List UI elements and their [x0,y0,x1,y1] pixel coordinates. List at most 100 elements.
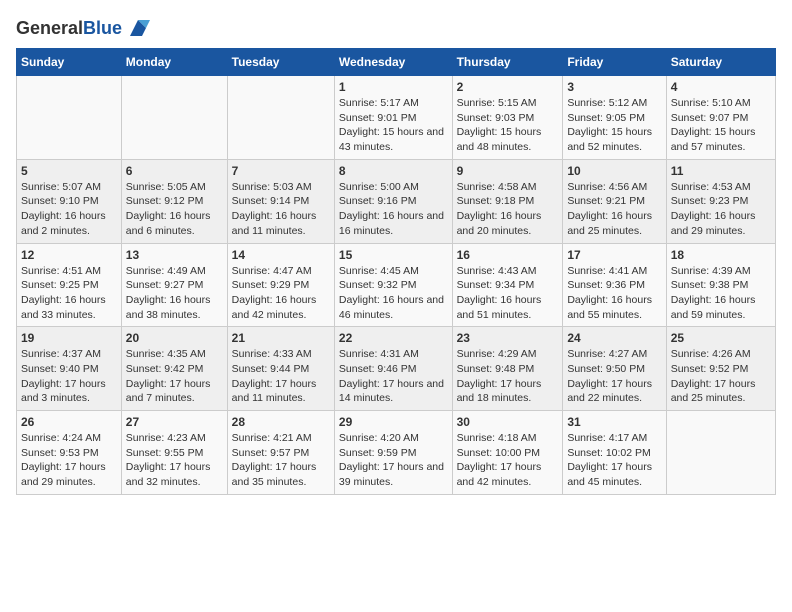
calendar-week-row: 1 Sunrise: 5:17 AMSunset: 9:01 PMDaylight… [17,76,776,160]
calendar-cell: 4 Sunrise: 5:10 AMSunset: 9:07 PMDaylight… [666,76,775,160]
logo-general: GeneralBlue [16,19,122,38]
weekday-header: Wednesday [334,49,452,76]
day-number: 30 [457,415,559,429]
calendar-cell: 12 Sunrise: 4:51 AMSunset: 9:25 PMDayligh… [17,243,122,327]
day-info: Sunrise: 5:17 AMSunset: 9:01 PMDaylight:… [339,96,448,155]
day-info: Sunrise: 4:20 AMSunset: 9:59 PMDaylight:… [339,431,448,490]
logo: GeneralBlue [16,16,150,40]
day-number: 26 [21,415,117,429]
day-info: Sunrise: 4:24 AMSunset: 9:53 PMDaylight:… [21,431,117,490]
weekday-header: Saturday [666,49,775,76]
calendar-cell: 15 Sunrise: 4:45 AMSunset: 9:32 PMDayligh… [334,243,452,327]
day-info: Sunrise: 4:43 AMSunset: 9:34 PMDaylight:… [457,264,559,323]
day-number: 12 [21,248,117,262]
day-info: Sunrise: 4:27 AMSunset: 9:50 PMDaylight:… [567,347,661,406]
day-info: Sunrise: 4:33 AMSunset: 9:44 PMDaylight:… [232,347,330,406]
day-number: 21 [232,331,330,345]
weekday-header: Sunday [17,49,122,76]
day-info: Sunrise: 5:05 AMSunset: 9:12 PMDaylight:… [126,180,223,239]
weekday-header: Friday [563,49,666,76]
day-info: Sunrise: 4:51 AMSunset: 9:25 PMDaylight:… [21,264,117,323]
weekday-header: Tuesday [227,49,334,76]
day-number: 24 [567,331,661,345]
calendar-week-row: 5Sunrise: 5:07 AMSunset: 9:10 PMDaylight… [17,159,776,243]
day-info: Sunrise: 5:00 AMSunset: 9:16 PMDaylight:… [339,180,448,239]
calendar-cell: 2 Sunrise: 5:15 AMSunset: 9:03 PMDaylight… [452,76,563,160]
calendar-cell: 25 Sunrise: 4:26 AMSunset: 9:52 PMDayligh… [666,327,775,411]
day-info: Sunrise: 5:03 AMSunset: 9:14 PMDaylight:… [232,180,330,239]
day-number: 6 [126,164,223,178]
calendar-cell: 13 Sunrise: 4:49 AMSunset: 9:27 PMDayligh… [121,243,227,327]
calendar-cell: 10 Sunrise: 4:56 AMSunset: 9:21 PMDayligh… [563,159,666,243]
calendar-cell: 28Sunrise: 4:21 AMSunset: 9:57 PMDayligh… [227,411,334,495]
day-number: 20 [126,331,223,345]
day-info: Sunrise: 5:15 AMSunset: 9:03 PMDaylight:… [457,96,559,155]
calendar-cell: 30 Sunrise: 4:18 AMSunset: 10:00 PMDaylig… [452,411,563,495]
calendar-cell: 11 Sunrise: 4:53 AMSunset: 9:23 PMDayligh… [666,159,775,243]
calendar-cell: 5Sunrise: 5:07 AMSunset: 9:10 PMDaylight… [17,159,122,243]
weekday-header: Thursday [452,49,563,76]
day-number: 1 [339,80,448,94]
day-number: 14 [232,248,330,262]
calendar-cell: 29 Sunrise: 4:20 AMSunset: 9:59 PMDayligh… [334,411,452,495]
day-number: 18 [671,248,771,262]
day-info: Sunrise: 4:23 AMSunset: 9:55 PMDaylight:… [126,431,223,490]
calendar-cell [666,411,775,495]
calendar-cell: 16Sunrise: 4:43 AMSunset: 9:34 PMDayligh… [452,243,563,327]
day-number: 10 [567,164,661,178]
day-info: Sunrise: 4:56 AMSunset: 9:21 PMDaylight:… [567,180,661,239]
day-number: 11 [671,164,771,178]
calendar-cell: 31Sunrise: 4:17 AMSunset: 10:02 PMDaylig… [563,411,666,495]
calendar-table: SundayMondayTuesdayWednesdayThursdayFrid… [16,48,776,495]
calendar-cell: 7 Sunrise: 5:03 AMSunset: 9:14 PMDaylight… [227,159,334,243]
day-number: 25 [671,331,771,345]
day-number: 31 [567,415,661,429]
calendar-cell: 8 Sunrise: 5:00 AMSunset: 9:16 PMDaylight… [334,159,452,243]
calendar-cell: 9 Sunrise: 4:58 AMSunset: 9:18 PMDaylight… [452,159,563,243]
calendar-cell: 1 Sunrise: 5:17 AMSunset: 9:01 PMDaylight… [334,76,452,160]
calendar-cell: 6 Sunrise: 5:05 AMSunset: 9:12 PMDaylight… [121,159,227,243]
day-number: 17 [567,248,661,262]
calendar-cell: 23Sunrise: 4:29 AMSunset: 9:48 PMDayligh… [452,327,563,411]
logo-icon [126,16,150,40]
day-info: Sunrise: 4:37 AMSunset: 9:40 PMDaylight:… [21,347,117,406]
day-info: Sunrise: 4:49 AMSunset: 9:27 PMDaylight:… [126,264,223,323]
calendar-cell: 17 Sunrise: 4:41 AMSunset: 9:36 PMDayligh… [563,243,666,327]
day-info: Sunrise: 5:12 AMSunset: 9:05 PMDaylight:… [567,96,661,155]
day-info: Sunrise: 4:41 AMSunset: 9:36 PMDaylight:… [567,264,661,323]
page-header: GeneralBlue [16,16,776,40]
calendar-cell: 22 Sunrise: 4:31 AMSunset: 9:46 PMDayligh… [334,327,452,411]
day-info: Sunrise: 4:53 AMSunset: 9:23 PMDaylight:… [671,180,771,239]
calendar-cell: 26 Sunrise: 4:24 AMSunset: 9:53 PMDayligh… [17,411,122,495]
day-number: 8 [339,164,448,178]
day-number: 7 [232,164,330,178]
day-number: 19 [21,331,117,345]
day-info: Sunrise: 4:29 AMSunset: 9:48 PMDaylight:… [457,347,559,406]
day-number: 4 [671,80,771,94]
day-number: 5 [21,164,117,178]
day-number: 15 [339,248,448,262]
day-info: Sunrise: 4:39 AMSunset: 9:38 PMDaylight:… [671,264,771,323]
day-info: Sunrise: 4:58 AMSunset: 9:18 PMDaylight:… [457,180,559,239]
day-info: Sunrise: 5:10 AMSunset: 9:07 PMDaylight:… [671,96,771,155]
calendar-cell: 20Sunrise: 4:35 AMSunset: 9:42 PMDayligh… [121,327,227,411]
day-info: Sunrise: 4:26 AMSunset: 9:52 PMDaylight:… [671,347,771,406]
day-number: 13 [126,248,223,262]
day-number: 9 [457,164,559,178]
day-number: 3 [567,80,661,94]
weekday-header-row: SundayMondayTuesdayWednesdayThursdayFrid… [17,49,776,76]
calendar-cell: 19 Sunrise: 4:37 AMSunset: 9:40 PMDayligh… [17,327,122,411]
day-info: Sunrise: 4:18 AMSunset: 10:00 PMDaylight… [457,431,559,490]
calendar-cell: 21 Sunrise: 4:33 AMSunset: 9:44 PMDayligh… [227,327,334,411]
day-number: 29 [339,415,448,429]
day-info: Sunrise: 4:31 AMSunset: 9:46 PMDaylight:… [339,347,448,406]
day-info: Sunrise: 4:45 AMSunset: 9:32 PMDaylight:… [339,264,448,323]
calendar-week-row: 19 Sunrise: 4:37 AMSunset: 9:40 PMDayligh… [17,327,776,411]
day-number: 28 [232,415,330,429]
calendar-cell [17,76,122,160]
day-number: 22 [339,331,448,345]
calendar-cell [227,76,334,160]
day-number: 2 [457,80,559,94]
calendar-cell: 27Sunrise: 4:23 AMSunset: 9:55 PMDayligh… [121,411,227,495]
calendar-cell: 3 Sunrise: 5:12 AMSunset: 9:05 PMDaylight… [563,76,666,160]
